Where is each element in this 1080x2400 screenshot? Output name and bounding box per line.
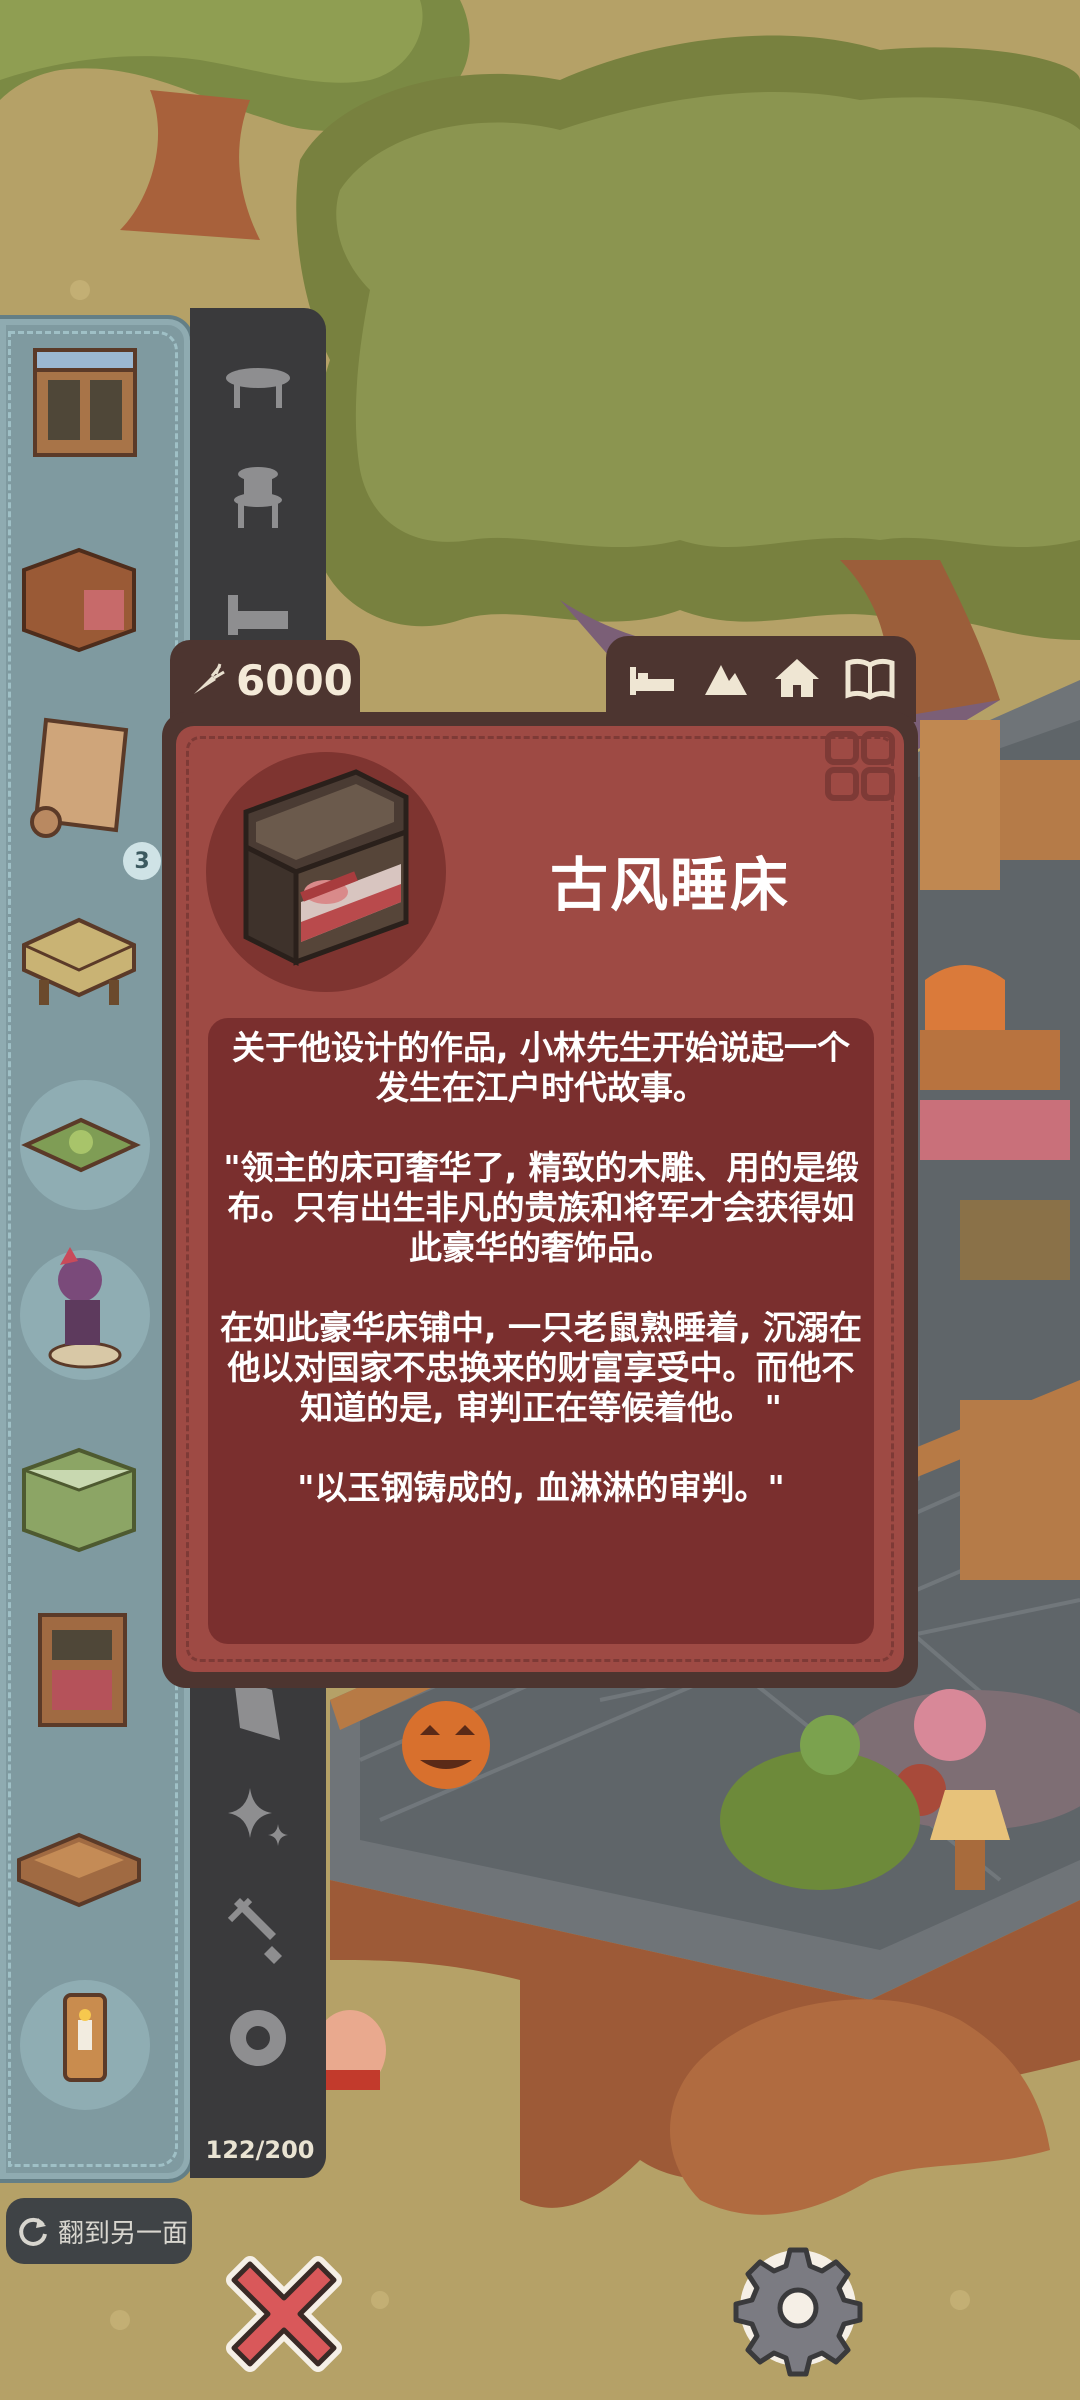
house-filter-icon[interactable] <box>771 653 823 705</box>
inventory-item-candle-sconce[interactable] <box>20 1975 150 2109</box>
grid-view-icon[interactable] <box>824 730 896 802</box>
currency-amount: 6000 <box>236 655 353 705</box>
gear-icon <box>733 2247 863 2377</box>
description-paragraph: "领主的床可奢华了, 精致的木雕、用的是缎布。只有出生非凡的贵族和将军才会获得如… <box>223 1148 859 1267</box>
bed-filter-icon[interactable] <box>626 653 678 705</box>
close-button[interactable] <box>214 2244 354 2384</box>
ancient-bed-image <box>243 769 409 967</box>
filter-tabs <box>606 636 916 722</box>
currency-display: 6000 <box>170 640 360 720</box>
tent-filter-icon[interactable] <box>699 653 751 705</box>
book-filter-icon[interactable] <box>844 653 896 705</box>
close-icon <box>226 2256 342 2372</box>
flip-side-button[interactable]: 翻到另一面 <box>6 2198 192 2264</box>
inventory-item-crate[interactable] <box>14 1800 144 1934</box>
gear-part-category-icon[interactable] <box>220 2000 296 2076</box>
inventory-item-shelf[interactable] <box>20 1605 150 1739</box>
inventory-item-figurine[interactable] <box>20 1240 150 1374</box>
table-category-icon[interactable] <box>220 350 296 426</box>
inventory-capacity-count: 122/200 <box>205 2136 315 2164</box>
sparkle-category-icon[interactable] <box>220 1780 296 1856</box>
inventory-item-chest[interactable] <box>14 530 144 664</box>
inventory-item-drawer[interactable] <box>14 1430 144 1564</box>
tools-category-icon[interactable] <box>220 1890 296 1966</box>
settings-button[interactable] <box>728 2238 868 2378</box>
inventory-item-cabinet[interactable] <box>20 340 150 474</box>
inventory-item-mat[interactable] <box>16 1080 146 1214</box>
inventory-item-cushion[interactable] <box>14 895 144 1029</box>
item-name: 古风睡床 <box>549 851 790 919</box>
rotate-icon <box>19 2217 47 2246</box>
inventory-item-scroll[interactable] <box>16 710 146 844</box>
carrot-icon <box>194 663 225 694</box>
description-paragraph: "以玉钢铸成的, 血淋淋的审判。" <box>297 1468 785 1507</box>
item-portrait <box>206 752 446 992</box>
chair-category-icon[interactable] <box>220 460 296 536</box>
flip-side-label: 翻到另一面 <box>58 2218 189 2249</box>
inventory-item-count-badge: 3 <box>123 842 161 880</box>
description-paragraph: 关于他设计的作品, 小林先生开始说起一个发生在江户时代故事。 <box>231 1028 851 1107</box>
item-description: 关于他设计的作品, 小林先生开始说起一个发生在江户时代故事。 "领主的床可奢华了… <box>218 1028 864 1548</box>
description-paragraph: 在如此豪华床铺中, 一只老鼠熟睡着, 沉溺在他以对国家不忠换来的财富享受中。而他… <box>219 1308 863 1427</box>
